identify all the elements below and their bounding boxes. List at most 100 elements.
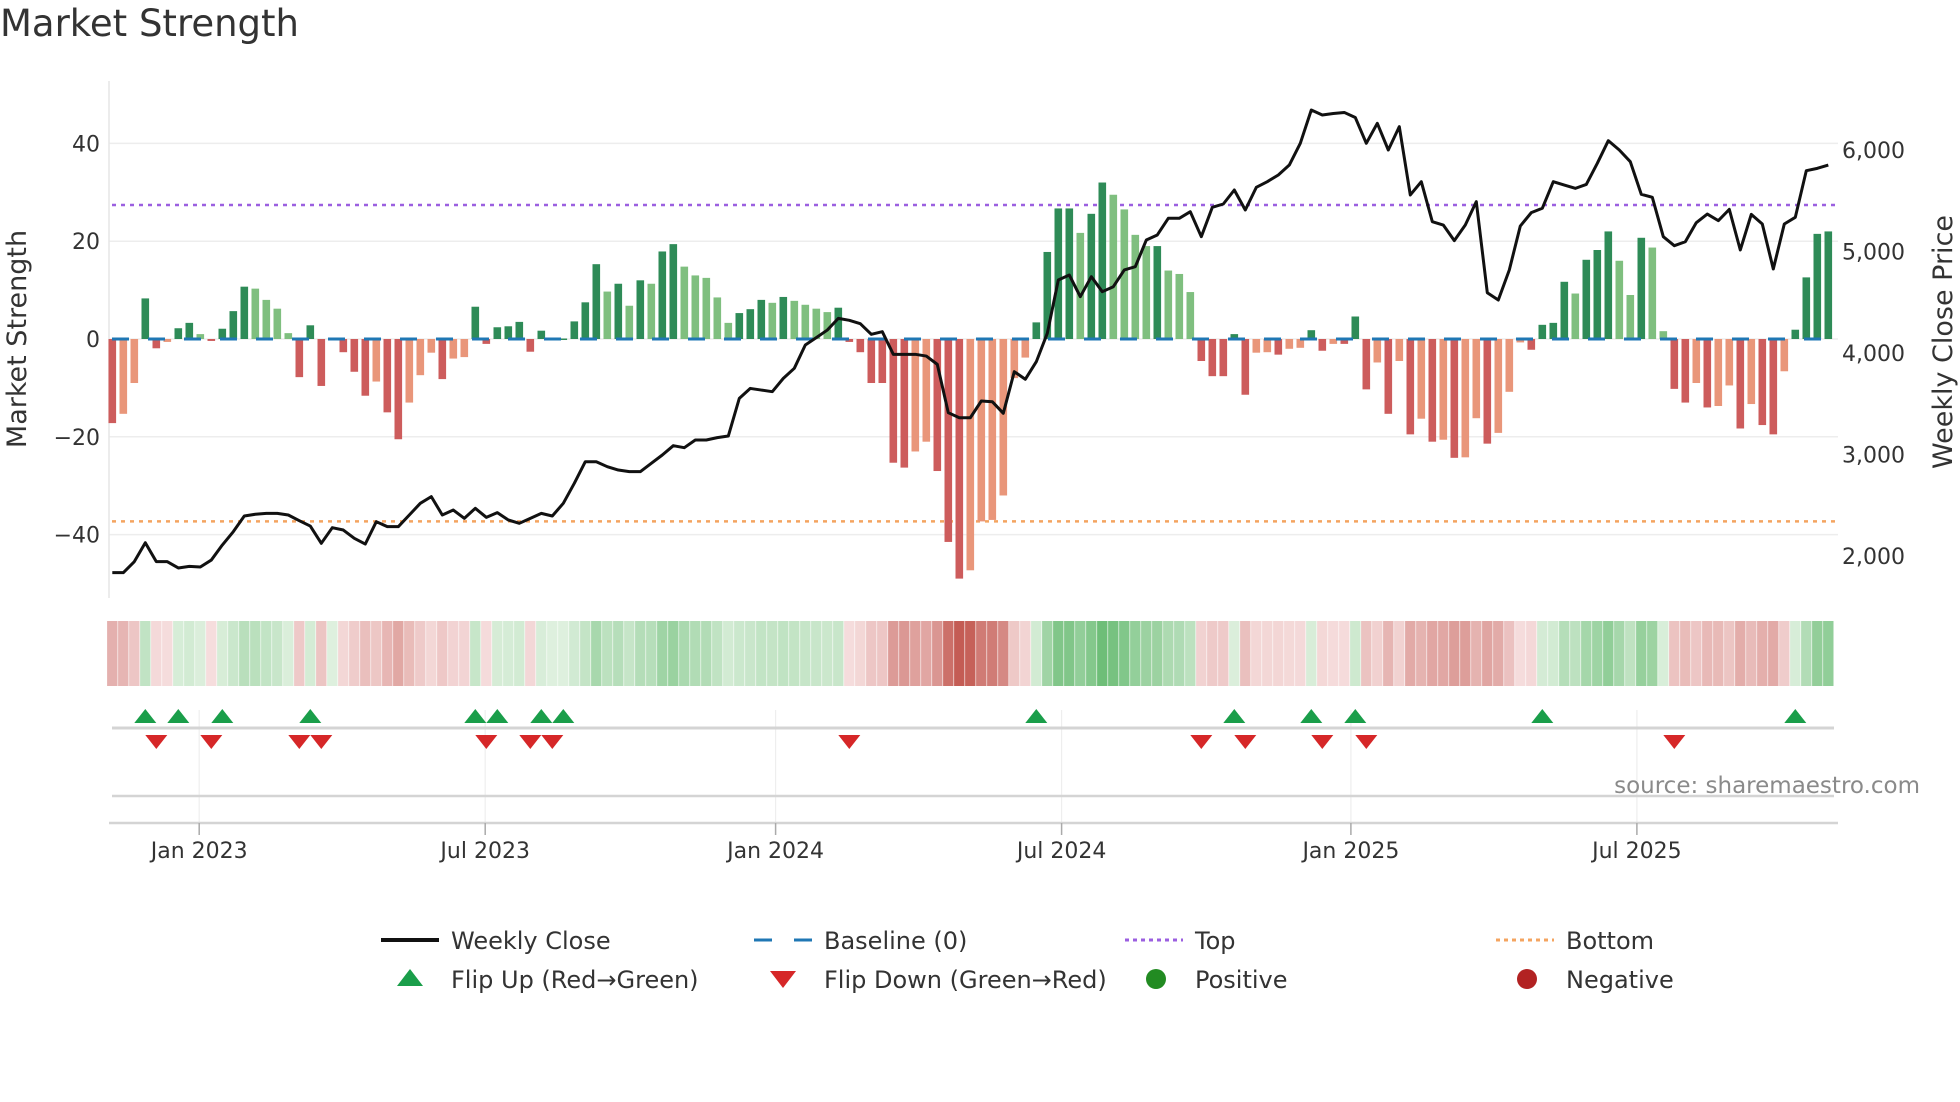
- heat-strip-cell: [778, 621, 789, 686]
- heat-strip-cell: [393, 621, 404, 686]
- strength-bar: [1362, 339, 1371, 390]
- heat-strip-cell: [591, 621, 602, 686]
- strength-bar: [471, 306, 480, 339]
- heat-strip-cell: [547, 621, 558, 686]
- strength-bar: [1197, 339, 1206, 362]
- heat-strip-cell: [1020, 621, 1031, 686]
- heat-strip-cell: [1317, 621, 1328, 686]
- strength-bar: [218, 328, 227, 339]
- strength-bar: [1175, 273, 1184, 339]
- strength-bar: [900, 339, 909, 468]
- x-axis-ticks: Jan 2023 Jul 2023 Jan 2024 Jul 2024 Jan 2025…: [149, 823, 1682, 864]
- flip-down-marker: [519, 735, 542, 749]
- strength-bar: [1604, 231, 1613, 339]
- strength-bar: [295, 339, 304, 378]
- heat-strip-cell: [426, 621, 437, 686]
- heat-strip-cell: [1042, 621, 1053, 686]
- heat-strip-cell: [1240, 621, 1251, 686]
- strength-bar: [977, 339, 986, 522]
- flip-down-marker: [1355, 735, 1378, 749]
- heat-strip-cell: [921, 621, 932, 686]
- strength-bar: [273, 308, 282, 339]
- heat-strip-cell: [1702, 621, 1713, 686]
- strength-bar: [1373, 339, 1382, 363]
- heat-strip-cell: [217, 621, 228, 686]
- strength-bar: [1021, 339, 1030, 358]
- flip-up-marker: [1784, 709, 1807, 723]
- strength-bar: [284, 333, 293, 339]
- strength-bar: [1461, 339, 1470, 458]
- heat-strip-cell: [470, 621, 481, 686]
- strength-bar: [1758, 339, 1767, 426]
- strength-bar: [1252, 339, 1261, 353]
- strength-bar: [592, 264, 601, 339]
- strength-bar: [1483, 339, 1492, 444]
- legend: Weekly Close Baseline (0) Top Bottom Flip Up…: [381, 927, 1674, 994]
- heat-strip-cell: [1757, 621, 1768, 686]
- heat-strip-cell: [767, 621, 778, 686]
- heat-strip-cell: [1790, 621, 1801, 686]
- heat-strip-cell: [1438, 621, 1449, 686]
- strength-bar: [306, 325, 315, 339]
- heat-strip-cell: [1130, 621, 1141, 686]
- strength-bar: [515, 321, 524, 339]
- heat-strip-cell: [1273, 621, 1284, 686]
- heat-strip-cell: [250, 621, 261, 686]
- heat-strip-cell: [327, 621, 338, 686]
- y-axis-label: Market Strength: [2, 230, 33, 448]
- heat-strip-cell: [459, 621, 470, 686]
- heat-strip-cell: [173, 621, 184, 686]
- heat-strip-cell: [998, 621, 1009, 686]
- strength-bar: [1648, 247, 1657, 339]
- heat-strip-cell: [1350, 621, 1361, 686]
- heat-strip-cell: [492, 621, 503, 686]
- heat-strip-cell: [1427, 621, 1438, 686]
- heat-strip-cell: [1471, 621, 1482, 686]
- strength-bar: [262, 299, 271, 339]
- flip-up-marker: [1223, 709, 1246, 723]
- strength-bar: [1802, 277, 1811, 339]
- flip-up-marker: [211, 709, 234, 723]
- strength-bar: [647, 283, 656, 339]
- strength-bar: [130, 339, 139, 384]
- heat-strip-cell: [1306, 621, 1317, 686]
- legend-label: Flip Down (Green→Red): [824, 966, 1107, 994]
- strength-bar: [1725, 339, 1734, 386]
- heat-strip-cell: [1680, 621, 1691, 686]
- y2-axis-label: Weekly Close Price: [1928, 215, 1959, 469]
- strength-bar: [713, 297, 722, 339]
- heat-strip-cell: [734, 621, 745, 686]
- heat-strip-cell: [1801, 621, 1812, 686]
- heat-strip-cell: [316, 621, 327, 686]
- strength-bar: [1351, 316, 1360, 339]
- heat-strip-cell: [679, 621, 690, 686]
- heat-strip-cell: [1086, 621, 1097, 686]
- heat-strip-cell: [1823, 621, 1834, 686]
- strength-bar: [988, 339, 997, 520]
- heat-strip-cell: [1812, 621, 1823, 686]
- heat-strip-cell: [1636, 621, 1647, 686]
- heat-strip-cell: [1768, 621, 1779, 686]
- strength-bar: [735, 313, 744, 339]
- strength-bar: [504, 326, 513, 339]
- strength-bar: [1241, 339, 1250, 395]
- strength-bar: [1780, 339, 1789, 372]
- triangle-up-icon: [397, 969, 423, 986]
- strength-bar: [680, 266, 689, 339]
- heat-strip-cell: [745, 621, 756, 686]
- heat-strip-cell: [1262, 621, 1273, 686]
- strength-bar: [1439, 339, 1448, 440]
- heat-strip-cell: [1570, 621, 1581, 686]
- heat-strip-cell: [1559, 621, 1570, 686]
- strength-bar: [691, 275, 700, 339]
- strength-bar: [493, 327, 502, 339]
- heat-strip-cell: [1119, 621, 1130, 686]
- heat-strip-cell: [1361, 621, 1372, 686]
- legend-label: Negative: [1566, 966, 1674, 994]
- strength-bar: [889, 339, 898, 463]
- legend-label: Weekly Close: [451, 927, 611, 955]
- heat-strip-cell: [1669, 621, 1680, 686]
- heat-strip-cell: [151, 621, 162, 686]
- market-strength-chart: 40 20 0 −20 −40 6,000 5,000 4,000 3,000 2,000 Ma…: [2, 81, 1959, 994]
- y-tick-label: −40: [54, 524, 100, 549]
